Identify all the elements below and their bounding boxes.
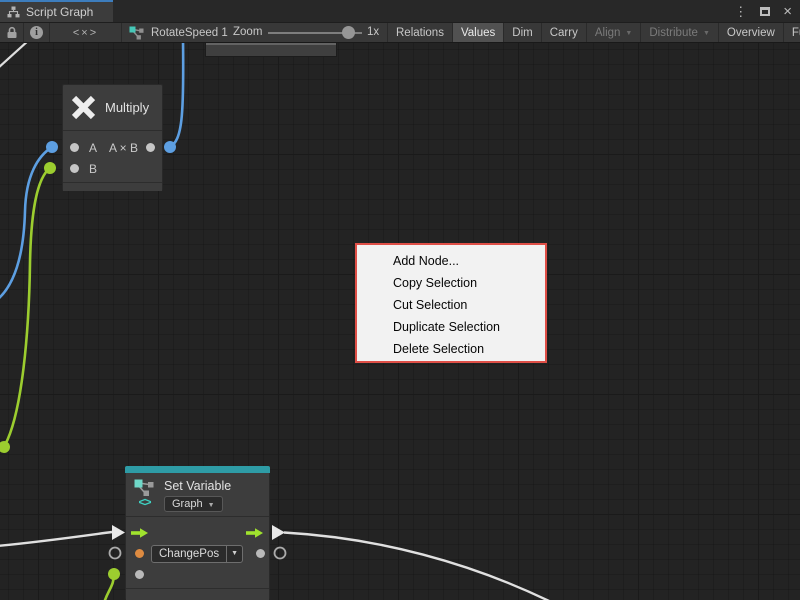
- inspect-code-button[interactable]: <×>: [50, 23, 122, 42]
- info-button[interactable]: i: [24, 23, 50, 42]
- empty-port-bubble-left[interactable]: [110, 548, 121, 559]
- blue-wire-output[interactable]: [170, 43, 183, 147]
- zoom-control: Zoom 1x: [233, 23, 383, 42]
- chevron-down-icon: ▼: [625, 30, 632, 37]
- port-row-b: B: [63, 158, 162, 179]
- set-variable-text-group: Set Variable Graph ▼: [164, 477, 231, 512]
- flow-port-row: [126, 522, 269, 544]
- set-variable-node[interactable]: <> Set Variable Graph ▼: [125, 466, 270, 600]
- menu-item-copy-selection[interactable]: Copy Selection: [357, 272, 545, 294]
- port-row-a: A A × B: [63, 137, 162, 158]
- align-dropdown[interactable]: Align ▼: [586, 23, 641, 42]
- variable-kind-bar: [125, 466, 270, 473]
- dim-button[interactable]: Dim: [503, 23, 540, 42]
- flow-output-arrow-icon[interactable]: [246, 527, 264, 539]
- white-wire-top-left[interactable]: [0, 43, 29, 69]
- lock-icon: [6, 26, 18, 39]
- value-input-port[interactable]: [135, 549, 144, 558]
- code-icon: <×>: [73, 27, 98, 39]
- variable-name-dropdown[interactable]: ChangePos ▼: [151, 545, 243, 563]
- blue-wire-endpoint[interactable]: [164, 141, 176, 153]
- info-icon: i: [30, 26, 43, 39]
- input-port-b[interactable]: [70, 164, 79, 173]
- partial-node-top[interactable]: [206, 43, 336, 56]
- flow-arrowhead-left[interactable]: [112, 525, 125, 540]
- menu-item-cut-selection[interactable]: Cut Selection: [357, 294, 545, 316]
- variable-scope-dropdown[interactable]: Graph ▼: [164, 496, 223, 512]
- fallback-input-port[interactable]: [135, 570, 144, 579]
- set-variable-footer: [126, 588, 269, 600]
- green-wire-endpoint[interactable]: [0, 441, 10, 453]
- context-menu: Add Node... Copy Selection Cut Selection…: [355, 243, 547, 363]
- lock-button[interactable]: [0, 23, 24, 42]
- graph-name-label: RotateSpeed 1: [151, 27, 228, 39]
- maximize-icon[interactable]: [760, 7, 770, 16]
- zoom-value: 1x: [367, 26, 379, 38]
- menu-item-duplicate-selection[interactable]: Duplicate Selection: [357, 316, 545, 338]
- relations-button[interactable]: Relations: [387, 23, 452, 42]
- result-port-group: A × B: [109, 141, 155, 155]
- chevron-down-icon: ▼: [208, 502, 215, 509]
- variable-nodes-icon: [134, 479, 155, 496]
- fallback-port-row: [126, 564, 269, 585]
- white-wire-into-setvar[interactable]: [0, 532, 112, 546]
- window-menu-icon[interactable]: ⋮: [734, 5, 747, 18]
- overview-button[interactable]: Overview: [718, 23, 783, 42]
- set-variable-body: ChangePos ▼: [126, 517, 269, 588]
- values-button[interactable]: Values: [452, 23, 503, 42]
- zoom-slider-handle[interactable]: [342, 26, 355, 39]
- script-machine-icon: [129, 26, 144, 40]
- multiply-icon: [71, 95, 96, 120]
- code-brackets-icon: <>: [138, 496, 150, 508]
- input-port-a[interactable]: [70, 143, 79, 152]
- toolbar-buttons: Relations Values Dim Carry Align ▼ Distr…: [387, 23, 800, 42]
- close-icon[interactable]: ×: [783, 4, 792, 19]
- port-a-label: A: [89, 141, 97, 155]
- graph-breadcrumb[interactable]: RotateSpeed 1: [129, 23, 228, 42]
- value-output-port[interactable]: [256, 549, 265, 558]
- set-variable-header[interactable]: <> Set Variable Graph ▼: [126, 473, 269, 517]
- script-graph-window: Script Graph ⋮ × i <×>: [0, 0, 800, 600]
- blue-wire-input[interactable]: [0, 147, 52, 300]
- full-screen-button[interactable]: Full Screen: [783, 23, 800, 42]
- menu-item-delete-selection[interactable]: Delete Selection: [357, 338, 545, 360]
- port-result-label: A × B: [109, 141, 138, 155]
- node-title: Set Variable: [164, 479, 231, 493]
- window-controls: ⋮ ×: [734, 0, 792, 22]
- distribute-dropdown[interactable]: Distribute ▼: [640, 23, 718, 42]
- multiply-node-header[interactable]: Multiply: [63, 85, 162, 131]
- chevron-down-icon: ▼: [703, 30, 710, 37]
- zoom-label: Zoom: [233, 26, 262, 38]
- carry-button[interactable]: Carry: [541, 23, 586, 42]
- tab-script-graph[interactable]: Script Graph: [0, 0, 113, 22]
- blue-wire-endpoint[interactable]: [46, 141, 58, 153]
- scope-label: Graph: [172, 498, 203, 510]
- port-b-label: B: [89, 162, 97, 176]
- graph-canvas[interactable]: Multiply A A × B B: [0, 43, 800, 600]
- node-title: Multiply: [105, 100, 149, 115]
- white-wire-out-of-setvar[interactable]: [284, 533, 549, 600]
- variable-name: ChangePos: [152, 548, 226, 560]
- empty-port-bubble-right[interactable]: [275, 548, 286, 559]
- menu-item-add-node[interactable]: Add Node...: [357, 250, 545, 272]
- flow-arrowhead-right[interactable]: [272, 525, 285, 540]
- variable-port-row: ChangePos ▼: [126, 543, 269, 564]
- graph-toolbar: i <×> RotateSpeed 1 Zoom 1x Relations Va…: [0, 22, 800, 43]
- toolbar-icon-group: i <×>: [0, 23, 122, 42]
- multiply-node-body: A A × B B: [63, 131, 162, 182]
- chevron-down-icon: ▼: [226, 546, 242, 562]
- green-wire-left[interactable]: [5, 168, 50, 445]
- output-port-result[interactable]: [146, 143, 155, 152]
- green-wire-endpoint[interactable]: [108, 568, 120, 580]
- multiply-node-footer: [63, 182, 162, 191]
- set-variable-icon-group: <>: [134, 477, 155, 508]
- green-wire-endpoint[interactable]: [44, 162, 56, 174]
- flow-input-arrow-icon[interactable]: [131, 527, 149, 539]
- graph-hierarchy-icon: [7, 6, 20, 18]
- tab-bar: Script Graph ⋮ ×: [0, 0, 800, 22]
- multiply-node[interactable]: Multiply A A × B B: [62, 84, 163, 191]
- tab-title: Script Graph: [26, 5, 93, 19]
